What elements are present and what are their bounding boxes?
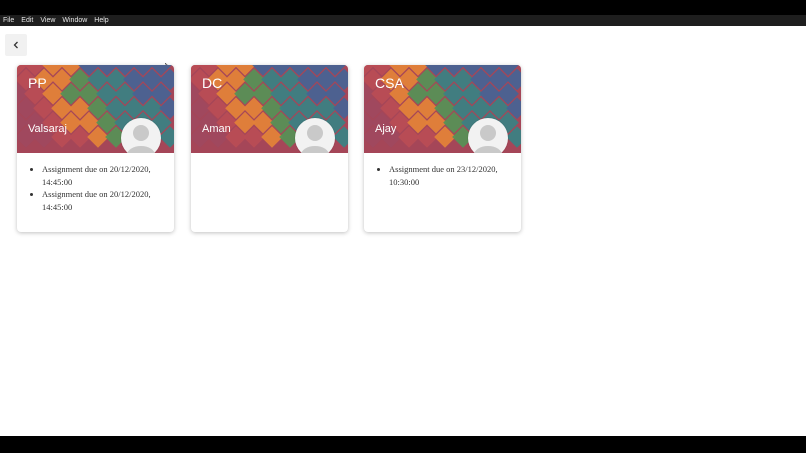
- assignment-item[interactable]: Assignment due on 20/12/2020, 14:45:00: [42, 188, 166, 213]
- card-body: Assignment due on 20/12/2020, 14:45:00 A…: [17, 153, 174, 213]
- menu-file[interactable]: File: [0, 15, 14, 26]
- chevron-left-icon: [12, 36, 20, 54]
- class-card-pp[interactable]: PP Valsaraj Assignment due on 20/12/2020…: [17, 65, 174, 232]
- back-button[interactable]: [5, 34, 27, 56]
- assignment-list: Assignment due on 20/12/2020, 14:45:00 A…: [17, 163, 166, 213]
- teacher-name: Ajay: [375, 123, 397, 135]
- card-body: Assignment due on 23/12/2020, 10:30:00: [364, 153, 521, 188]
- assignment-list: Assignment due on 23/12/2020, 10:30:00: [364, 163, 513, 188]
- avatar: [295, 118, 335, 153]
- menu-bar: File Edit View Window Help: [0, 15, 806, 26]
- taskbar: [0, 436, 806, 453]
- card-header: PP Valsaraj: [17, 65, 174, 153]
- avatar: [121, 118, 161, 153]
- person-icon: [474, 125, 502, 153]
- window-title-bar: [0, 0, 806, 15]
- course-code[interactable]: PP: [28, 75, 47, 91]
- avatar: [468, 118, 508, 153]
- course-code[interactable]: CSA: [375, 75, 404, 91]
- main-content: PP Valsaraj Assignment due on 20/12/2020…: [0, 26, 806, 436]
- teacher-name: Aman: [202, 123, 231, 135]
- teacher-name: Valsaraj: [28, 123, 67, 135]
- course-code[interactable]: DC: [202, 75, 222, 91]
- assignment-item[interactable]: Assignment due on 20/12/2020, 14:45:00: [42, 163, 166, 188]
- card-header: CSA Ajay: [364, 65, 521, 153]
- person-icon: [301, 125, 329, 153]
- card-body: [191, 153, 348, 163]
- menu-edit[interactable]: Edit: [18, 15, 33, 26]
- person-icon: [127, 125, 155, 153]
- card-header: DC Aman: [191, 65, 348, 153]
- assignment-item[interactable]: Assignment due on 23/12/2020, 10:30:00: [389, 163, 513, 188]
- class-card-csa[interactable]: CSA Ajay Assignment due on 23/12/2020, 1…: [364, 65, 521, 232]
- menu-help[interactable]: Help: [91, 15, 108, 26]
- class-card-dc[interactable]: DC Aman: [191, 65, 348, 232]
- menu-window[interactable]: Window: [59, 15, 87, 26]
- menu-view[interactable]: View: [37, 15, 55, 26]
